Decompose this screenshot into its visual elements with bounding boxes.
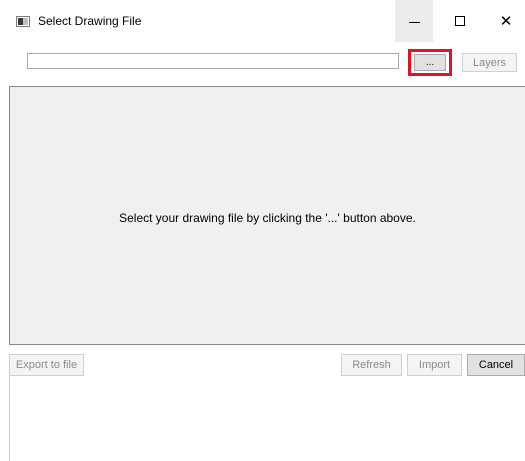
export-to-file-button[interactable]: Export to file: [9, 354, 84, 376]
import-button[interactable]: Import: [407, 354, 462, 376]
cancel-button[interactable]: Cancel: [467, 354, 525, 376]
window-border-line: [9, 376, 10, 461]
close-icon: ✕: [499, 11, 513, 30]
close-button[interactable]: ✕: [487, 0, 525, 42]
refresh-button[interactable]: Refresh: [341, 354, 402, 376]
layers-button[interactable]: Layers: [462, 53, 517, 72]
minimize-icon: [408, 21, 420, 23]
maximize-icon: [455, 16, 465, 26]
file-path-input[interactable]: [27, 53, 399, 69]
window-title: Select Drawing File: [38, 14, 142, 28]
title-bar: Select Drawing File ✕: [0, 0, 525, 42]
browse-button[interactable]: ...: [414, 54, 446, 71]
minimize-button[interactable]: [395, 0, 433, 42]
instruction-message: Select your drawing file by clicking the…: [119, 211, 416, 225]
app-window-icon: [16, 16, 30, 27]
drawing-preview-panel: Select your drawing file by clicking the…: [9, 86, 525, 345]
maximize-button[interactable]: [441, 0, 479, 42]
